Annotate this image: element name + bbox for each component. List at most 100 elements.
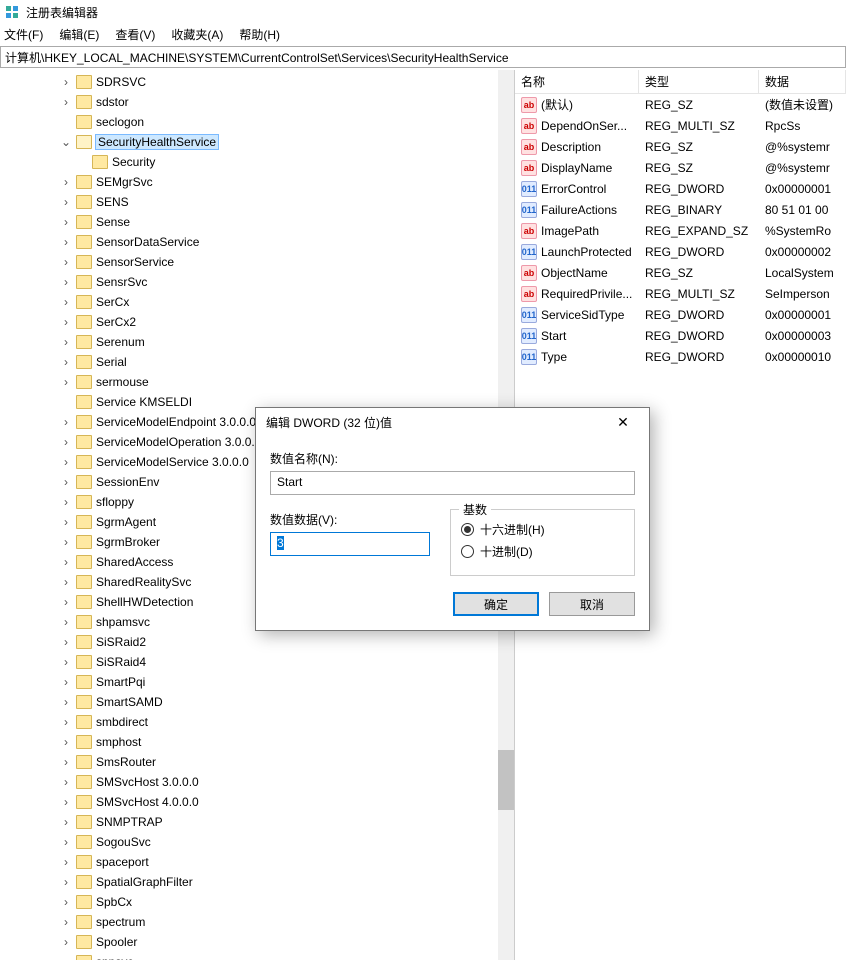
- chevron-right-icon[interactable]: ›: [60, 175, 72, 189]
- tree-item[interactable]: ›SensrSvc: [0, 272, 514, 292]
- chevron-right-icon[interactable]: ›: [60, 255, 72, 269]
- column-name[interactable]: 名称: [515, 70, 639, 93]
- chevron-right-icon[interactable]: ›: [60, 435, 72, 449]
- radio-dec-row[interactable]: 十进制(D): [461, 543, 624, 560]
- tree-item[interactable]: ›SiSRaid4: [0, 652, 514, 672]
- chevron-right-icon[interactable]: ›: [60, 475, 72, 489]
- value-row[interactable]: abObjectNameREG_SZLocalSystem: [515, 262, 846, 283]
- chevron-right-icon[interactable]: ›: [60, 295, 72, 309]
- chevron-right-icon[interactable]: ›: [60, 335, 72, 349]
- radio-hex-row[interactable]: 十六进制(H): [461, 521, 624, 538]
- chevron-right-icon[interactable]: ›: [60, 75, 72, 89]
- tree-item[interactable]: ›SNMPTRAP: [0, 812, 514, 832]
- menu-favorites[interactable]: 收藏夹(A): [171, 26, 223, 43]
- menu-help[interactable]: 帮助(H): [239, 26, 280, 43]
- chevron-right-icon[interactable]: ›: [60, 915, 72, 929]
- value-row[interactable]: 011ErrorControlREG_DWORD0x00000001: [515, 178, 846, 199]
- tree-item[interactable]: ›SerCx2: [0, 312, 514, 332]
- value-row[interactable]: abDescriptionREG_SZ@%systemr: [515, 136, 846, 157]
- tree-item[interactable]: ›SMSvcHost 4.0.0.0: [0, 792, 514, 812]
- value-row[interactable]: 011LaunchProtectedREG_DWORD0x00000002: [515, 241, 846, 262]
- tree-item[interactable]: ›sdstor: [0, 92, 514, 112]
- chevron-right-icon[interactable]: ›: [60, 355, 72, 369]
- tree-item[interactable]: ›smphost: [0, 732, 514, 752]
- chevron-right-icon[interactable]: ›: [60, 835, 72, 849]
- chevron-right-icon[interactable]: ›: [60, 275, 72, 289]
- chevron-right-icon[interactable]: ›: [60, 215, 72, 229]
- value-row[interactable]: ab(默认)REG_SZ(数值未设置): [515, 94, 846, 115]
- tree-item[interactable]: ›SENS: [0, 192, 514, 212]
- chevron-right-icon[interactable]: ›: [60, 495, 72, 509]
- menu-view[interactable]: 查看(V): [115, 26, 155, 43]
- tree-item[interactable]: ›SerCx: [0, 292, 514, 312]
- chevron-right-icon[interactable]: ›: [60, 455, 72, 469]
- tree-scrollbar-thumb[interactable]: [498, 750, 514, 810]
- chevron-right-icon[interactable]: ›: [60, 415, 72, 429]
- tree-item[interactable]: ›sppsvc: [0, 952, 514, 960]
- chevron-right-icon[interactable]: ›: [60, 715, 72, 729]
- chevron-right-icon[interactable]: ›: [60, 895, 72, 909]
- chevron-right-icon[interactable]: ›: [60, 955, 72, 960]
- chevron-right-icon[interactable]: ›: [60, 235, 72, 249]
- chevron-right-icon[interactable]: ›: [60, 935, 72, 949]
- tree-item[interactable]: ⌄SecurityHealthService: [0, 132, 514, 152]
- value-row[interactable]: 011FailureActionsREG_BINARY80 51 01 00: [515, 199, 846, 220]
- tree-item[interactable]: ›SpbCx: [0, 892, 514, 912]
- dialog-titlebar[interactable]: 编辑 DWORD (32 位)值 ✕: [256, 408, 649, 436]
- chevron-down-icon[interactable]: ⌄: [60, 135, 72, 149]
- tree-item[interactable]: ›sermouse: [0, 372, 514, 392]
- column-data[interactable]: 数据: [759, 70, 846, 93]
- value-row[interactable]: 011StartREG_DWORD0x00000003: [515, 325, 846, 346]
- tree-item[interactable]: ›SmsRouter: [0, 752, 514, 772]
- chevron-right-icon[interactable]: ›: [60, 615, 72, 629]
- tree-item[interactable]: ›spaceport: [0, 852, 514, 872]
- chevron-right-icon[interactable]: ›: [60, 855, 72, 869]
- tree-item[interactable]: ›Serial: [0, 352, 514, 372]
- column-type[interactable]: 类型: [639, 70, 759, 93]
- tree-item[interactable]: seclogon: [0, 112, 514, 132]
- tree-item[interactable]: ›Serenum: [0, 332, 514, 352]
- tree-item[interactable]: ›SensorDataService: [0, 232, 514, 252]
- chevron-right-icon[interactable]: ›: [60, 635, 72, 649]
- value-row[interactable]: 011ServiceSidTypeREG_DWORD0x00000001: [515, 304, 846, 325]
- chevron-right-icon[interactable]: ›: [60, 655, 72, 669]
- chevron-right-icon[interactable]: ›: [60, 795, 72, 809]
- tree-item[interactable]: ›SMSvcHost 3.0.0.0: [0, 772, 514, 792]
- tree-item[interactable]: ›SEMgrSvc: [0, 172, 514, 192]
- tree-item[interactable]: ›spectrum: [0, 912, 514, 932]
- chevron-right-icon[interactable]: ›: [60, 555, 72, 569]
- cancel-button[interactable]: 取消: [549, 592, 635, 616]
- chevron-right-icon[interactable]: ›: [60, 775, 72, 789]
- radio-dec[interactable]: [461, 545, 474, 558]
- chevron-right-icon[interactable]: ›: [60, 755, 72, 769]
- chevron-right-icon[interactable]: ›: [60, 535, 72, 549]
- tree-item[interactable]: ›SensorService: [0, 252, 514, 272]
- chevron-right-icon[interactable]: ›: [60, 815, 72, 829]
- tree-item[interactable]: ›SogouSvc: [0, 832, 514, 852]
- tree-item[interactable]: ›SmartPqi: [0, 672, 514, 692]
- chevron-right-icon[interactable]: ›: [60, 375, 72, 389]
- chevron-right-icon[interactable]: ›: [60, 95, 72, 109]
- tree-item[interactable]: ›smbdirect: [0, 712, 514, 732]
- tree-item[interactable]: ›Sense: [0, 212, 514, 232]
- menu-file[interactable]: 文件(F): [4, 26, 43, 43]
- value-row[interactable]: abDisplayNameREG_SZ@%systemr: [515, 157, 846, 178]
- address-bar[interactable]: 计算机\HKEY_LOCAL_MACHINE\SYSTEM\CurrentCon…: [0, 46, 846, 68]
- chevron-right-icon[interactable]: ›: [60, 515, 72, 529]
- value-data-field[interactable]: 3: [270, 532, 430, 556]
- chevron-right-icon[interactable]: ›: [60, 695, 72, 709]
- tree-item[interactable]: ›SDRSVC: [0, 72, 514, 92]
- chevron-right-icon[interactable]: ›: [60, 195, 72, 209]
- tree-item[interactable]: ›Spooler: [0, 932, 514, 952]
- radio-hex[interactable]: [461, 523, 474, 536]
- value-row[interactable]: abDependOnSer...REG_MULTI_SZRpcSs: [515, 115, 846, 136]
- ok-button[interactable]: 确定: [453, 592, 539, 616]
- tree-item[interactable]: ›SpatialGraphFilter: [0, 872, 514, 892]
- chevron-right-icon[interactable]: ›: [60, 735, 72, 749]
- value-row[interactable]: abImagePathREG_EXPAND_SZ%SystemRo: [515, 220, 846, 241]
- chevron-right-icon[interactable]: ›: [60, 675, 72, 689]
- chevron-right-icon[interactable]: ›: [60, 875, 72, 889]
- chevron-right-icon[interactable]: ›: [60, 575, 72, 589]
- chevron-right-icon[interactable]: ›: [60, 595, 72, 609]
- tree-item[interactable]: Security: [0, 152, 514, 172]
